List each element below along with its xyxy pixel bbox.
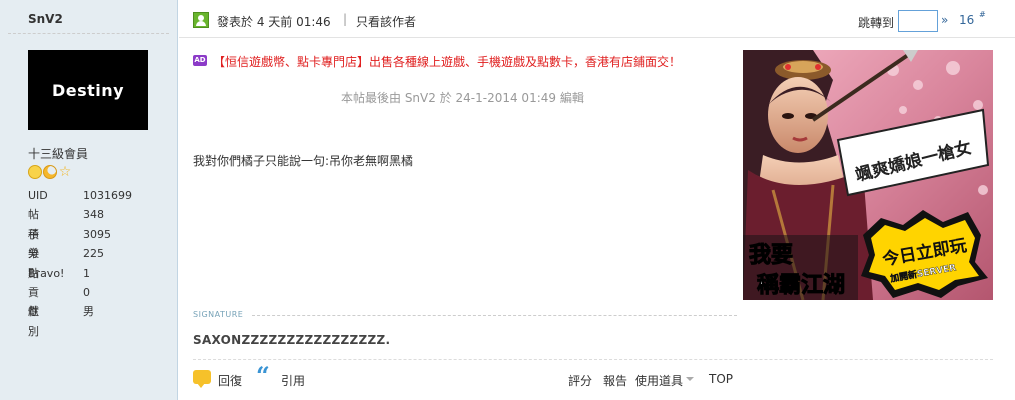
actions-divider	[193, 359, 993, 360]
only-author-link[interactable]: 只看該作者	[356, 13, 416, 30]
chevron-down-icon[interactable]	[686, 377, 694, 381]
banner-artwork: 颯爽嬌娘一槍女 我要 稱霸江湖 今日立即玩 加開新SERVER	[743, 50, 993, 300]
quote-button[interactable]: 引用	[281, 372, 305, 389]
rate-button[interactable]: 評分	[568, 372, 592, 389]
reply-icon[interactable]	[193, 370, 211, 388]
top-button[interactable]: TOP	[709, 372, 733, 386]
stat-value[interactable]: 3095	[83, 225, 111, 244]
stat-value: 1031699	[83, 189, 132, 202]
signature-label: SIGNATURE	[193, 310, 244, 319]
stat-value: 225	[83, 247, 104, 261]
username[interactable]: SnV2	[28, 12, 63, 26]
banner-line-1: 我要	[749, 243, 793, 268]
game-banner-ad[interactable]: 颯爽嬌娘一槍女 我要 稱霸江湖 今日立即玩 加開新SERVER	[743, 50, 993, 300]
avatar[interactable]: Destiny	[28, 50, 148, 130]
stat-label: 性別	[28, 305, 39, 338]
sidebar-divider	[8, 33, 169, 34]
stat-label: UID	[28, 189, 48, 202]
header-separator: |	[343, 12, 348, 26]
user-sidebar: SnV2 Destiny 十三級會員 ☆ UID 1031699 帖子 348 …	[0, 0, 178, 400]
floor-number[interactable]: 16	[959, 13, 974, 27]
quote-icon[interactable]: “	[256, 364, 270, 388]
jump-to-floor-input[interactable]	[898, 10, 938, 32]
stat-value: 1	[83, 266, 90, 280]
stat-value: 男	[83, 305, 94, 319]
stat-value[interactable]: 348	[83, 205, 104, 224]
level-icons: ☆	[28, 165, 72, 179]
jump-to-label: 跳轉到	[858, 16, 895, 30]
post-time: 發表於 4 天前 01:46	[217, 15, 331, 29]
signature-text: SAXONZZZZZZZZZZZZZZZZ.	[193, 333, 391, 347]
reply-button[interactable]: 回復	[218, 372, 242, 389]
post: SnV2 Destiny 十三級會員 ☆ UID 1031699 帖子 348 …	[0, 0, 1015, 400]
stat-value: 0	[83, 285, 90, 299]
signature-divider	[252, 315, 737, 316]
star-icon: ☆	[58, 164, 72, 180]
jump-go-button[interactable]: »	[941, 13, 948, 27]
edited-note: 本帖最後由 SnV2 於 24-1-2014 01:49 編輯	[341, 91, 584, 105]
ad-icon: AD	[193, 55, 207, 66]
moon-icon	[43, 165, 57, 179]
report-button[interactable]: 報告	[603, 372, 627, 389]
user-rank[interactable]: 十三級會員	[28, 145, 88, 162]
post-body: 我對你們橘子只能說一句:吊你老無啊黑橘	[193, 154, 414, 168]
online-status-icon	[193, 12, 209, 28]
stat-label: Bravo!	[28, 266, 65, 280]
banner-line-2: 稱霸江湖	[757, 273, 845, 298]
floor-hash: #	[979, 10, 986, 19]
use-item-button[interactable]: 使用道具	[635, 372, 683, 389]
ad-link[interactable]: 【恒信遊戲幣、點卡專門店】出售各種線上遊戲、手機遊戲及點數卡，香港有店鋪面交！	[213, 53, 681, 70]
sun-icon	[28, 165, 42, 179]
